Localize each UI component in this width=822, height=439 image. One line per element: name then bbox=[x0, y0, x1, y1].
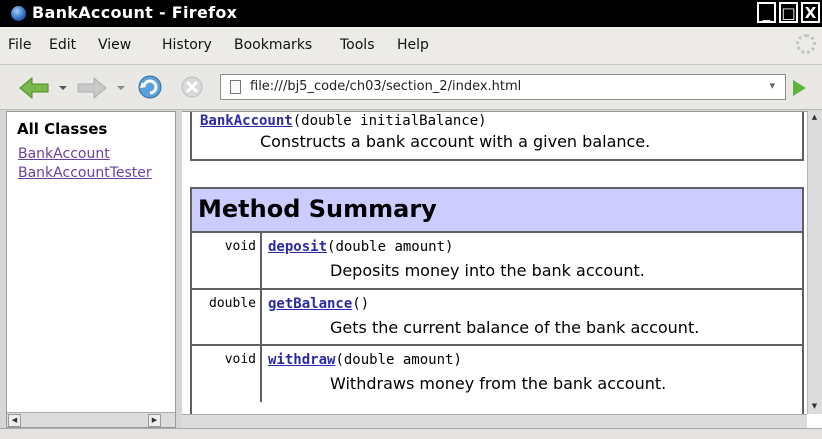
constructor-signature: BankAccount(double initialBalance) bbox=[200, 113, 487, 129]
back-history-dropdown-icon[interactable] bbox=[58, 85, 68, 91]
menu-tools[interactable]: Tools bbox=[340, 37, 375, 53]
url-dropdown-icon[interactable]: ▾ bbox=[769, 79, 775, 92]
scroll-up-icon[interactable]: ▲ bbox=[809, 112, 820, 123]
class-link-bankaccounttester[interactable]: BankAccountTester bbox=[18, 165, 152, 181]
stop-icon[interactable] bbox=[180, 75, 204, 99]
method-params: (double amount) bbox=[327, 239, 454, 255]
close-button[interactable]: X bbox=[801, 2, 820, 23]
method-link-withdraw[interactable]: withdraw bbox=[268, 352, 335, 368]
menu-bookmarks[interactable]: Bookmarks bbox=[234, 37, 312, 53]
forward-history-dropdown-icon[interactable] bbox=[116, 85, 126, 91]
menu-edit[interactable]: Edit bbox=[49, 37, 76, 53]
return-type-cell: void bbox=[192, 233, 262, 288]
right-horizontal-scrollbar[interactable] bbox=[182, 414, 807, 429]
reload-icon[interactable] bbox=[136, 73, 164, 101]
window-controls: _ □ X bbox=[757, 2, 820, 23]
scroll-left-icon[interactable]: ◀ bbox=[8, 414, 21, 427]
right-vertical-scrollbar[interactable]: ▲ ▼ bbox=[807, 111, 822, 414]
method-signature: deposit(double amount) bbox=[268, 239, 453, 255]
menu-bar: File Edit View History Bookmarks Tools H… bbox=[0, 27, 822, 65]
method-description: Withdraws money from the bank account. bbox=[330, 374, 667, 393]
return-type: double bbox=[209, 296, 256, 311]
return-type: void bbox=[224, 239, 256, 254]
menu-file[interactable]: File bbox=[8, 37, 31, 53]
throbber-icon bbox=[796, 34, 816, 54]
page-icon bbox=[230, 80, 241, 94]
method-signature: withdraw(double amount) bbox=[268, 352, 462, 368]
table-row: double getBalance() Gets the current bal… bbox=[192, 290, 802, 346]
constructor-link[interactable]: BankAccount bbox=[200, 113, 293, 129]
method-link-getbalance[interactable]: getBalance bbox=[268, 296, 352, 312]
return-type-cell: void bbox=[192, 346, 262, 402]
class-list-frame: All Classes BankAccount BankAccountTeste… bbox=[6, 111, 176, 428]
status-bar bbox=[0, 428, 822, 439]
method-description: Deposits money into the bank account. bbox=[330, 261, 645, 280]
constructor-params: (double initialBalance) bbox=[292, 113, 487, 129]
navigation-toolbar: file:///bj5_code/ch03/section_2/index.ht… bbox=[0, 65, 822, 110]
menu-help[interactable]: Help bbox=[397, 37, 429, 53]
url-bar[interactable]: file:///bj5_code/ch03/section_2/index.ht… bbox=[220, 74, 786, 100]
menu-history[interactable]: History bbox=[162, 37, 212, 53]
return-type-cell: double bbox=[192, 290, 262, 344]
scroll-right-icon[interactable]: ▶ bbox=[148, 414, 161, 427]
back-arrow-icon[interactable] bbox=[18, 76, 50, 100]
menu-view[interactable]: View bbox=[98, 37, 131, 53]
class-doc-frame: BankAccount(double initialBalance) Const… bbox=[182, 111, 822, 429]
method-params: (double amount) bbox=[335, 352, 462, 368]
method-summary-header: Method Summary bbox=[192, 189, 802, 233]
firefox-icon bbox=[11, 6, 26, 21]
method-summary-title: Method Summary bbox=[198, 195, 437, 223]
title-bar: BankAccount - Firefox _ □ X bbox=[0, 0, 822, 27]
return-type: void bbox=[224, 352, 256, 367]
method-params: () bbox=[352, 296, 370, 312]
url-text[interactable]: file:///bj5_code/ch03/section_2/index.ht… bbox=[250, 79, 521, 94]
method-signature: getBalance() bbox=[268, 296, 369, 312]
method-description: Gets the current balance of the bank acc… bbox=[330, 318, 700, 337]
constructor-description: Constructs a bank account with a given b… bbox=[260, 132, 651, 151]
forward-arrow-icon[interactable] bbox=[76, 76, 108, 100]
constructor-summary: BankAccount(double initialBalance) Const… bbox=[190, 112, 804, 161]
class-link-bankaccount[interactable]: BankAccount bbox=[18, 146, 110, 162]
table-row: void withdraw(double amount) Withdraws m… bbox=[192, 346, 802, 402]
window-title: BankAccount - Firefox bbox=[32, 3, 238, 22]
go-arrow-icon[interactable] bbox=[793, 80, 806, 96]
minimize-button[interactable]: _ bbox=[757, 2, 776, 23]
scroll-down-icon[interactable]: ▼ bbox=[809, 401, 820, 412]
method-summary-table: Method Summary void deposit(double amoun… bbox=[190, 187, 804, 428]
all-classes-heading: All Classes bbox=[17, 120, 108, 138]
maximize-button[interactable]: □ bbox=[779, 2, 798, 23]
method-link-deposit[interactable]: deposit bbox=[268, 239, 327, 255]
left-horizontal-scrollbar[interactable]: ◀ ▶ bbox=[7, 412, 175, 427]
table-row: void deposit(double amount) Deposits mon… bbox=[192, 233, 802, 290]
